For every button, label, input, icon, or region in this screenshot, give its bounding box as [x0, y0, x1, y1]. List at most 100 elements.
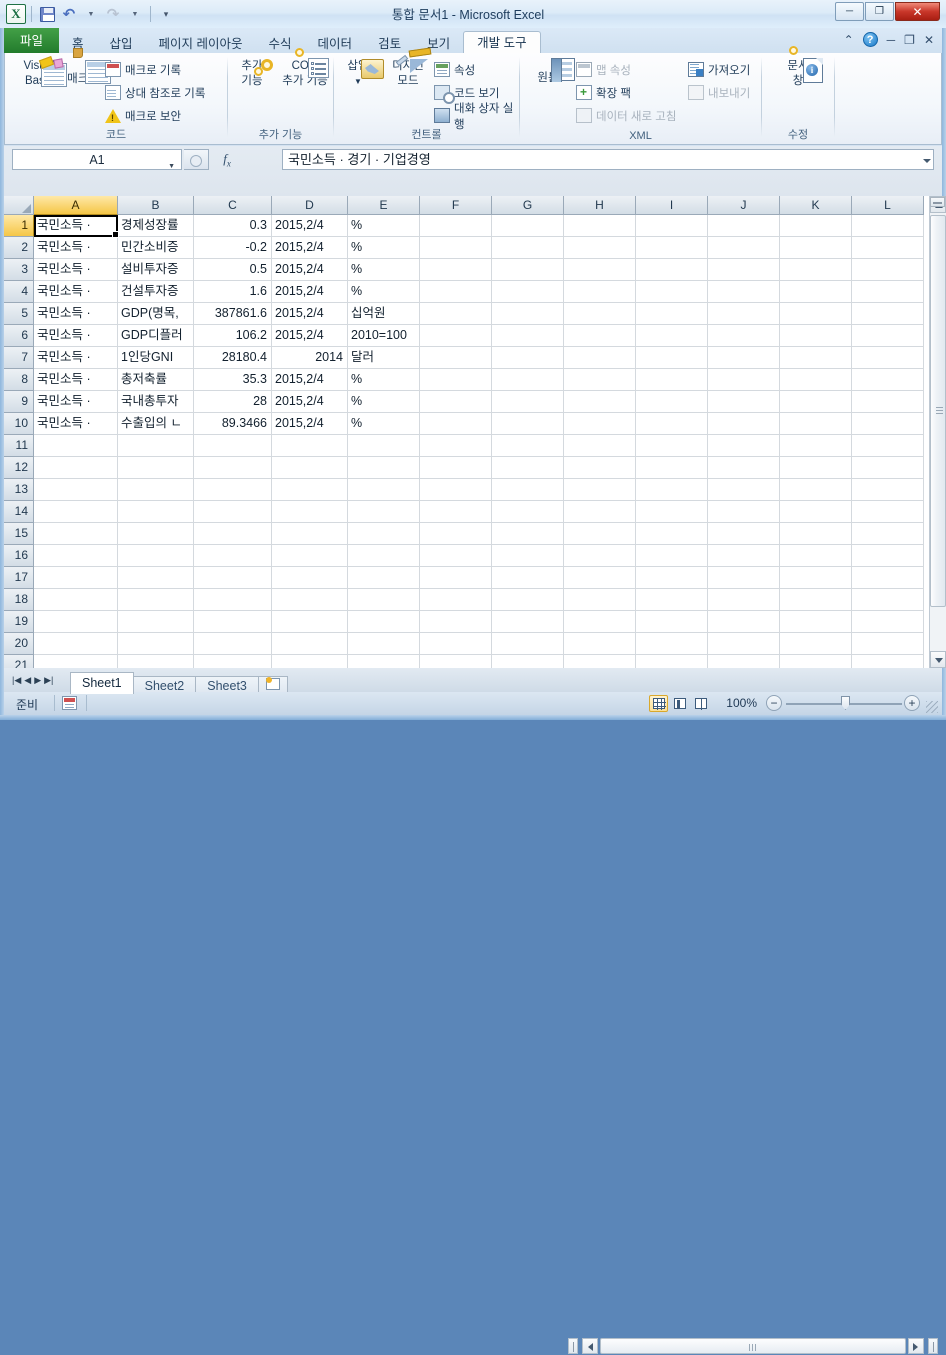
cell-J7[interactable]	[708, 347, 780, 369]
maximize-button[interactable]: ❐	[865, 2, 894, 21]
cell-K10[interactable]	[780, 413, 852, 435]
cell-K1[interactable]	[780, 215, 852, 237]
cell-K20[interactable]	[780, 633, 852, 655]
cell-F2[interactable]	[420, 237, 492, 259]
cell-B6[interactable]: GDP디플러	[118, 325, 194, 347]
cell-L19[interactable]	[852, 611, 924, 633]
insert-control-button[interactable]: 삽입 ▼	[334, 58, 382, 88]
cell-B2[interactable]: 민간소비증	[118, 237, 194, 259]
cell-L2[interactable]	[852, 237, 924, 259]
cell-B4[interactable]: 건설투자증	[118, 281, 194, 303]
cell-J6[interactable]	[708, 325, 780, 347]
cell-J17[interactable]	[708, 567, 780, 589]
prev-sheet-icon[interactable]: ◀	[24, 675, 31, 686]
cell-L13[interactable]	[852, 479, 924, 501]
cell-E7[interactable]: 달러	[348, 347, 420, 369]
cell-B17[interactable]	[118, 567, 194, 589]
name-box-dropdown-icon[interactable]: ▼	[168, 157, 175, 177]
cell-L12[interactable]	[852, 457, 924, 479]
cell-B20[interactable]	[118, 633, 194, 655]
cell-C19[interactable]	[194, 611, 272, 633]
source-button[interactable]: 원본	[524, 58, 572, 85]
cell-E5[interactable]: 십억원	[348, 303, 420, 325]
cell-D3[interactable]: 2015,2/4	[272, 259, 348, 281]
cell-C4[interactable]: 1.6	[194, 281, 272, 303]
cell-H4[interactable]	[564, 281, 636, 303]
cell-D19[interactable]	[272, 611, 348, 633]
cell-B9[interactable]: 국내총투자	[118, 391, 194, 413]
sheet-tab-sheet1[interactable]: Sheet1	[70, 672, 134, 694]
map-properties-button[interactable]: 맵 속성	[576, 59, 631, 80]
cell-G14[interactable]	[492, 501, 564, 523]
cell-K2[interactable]	[780, 237, 852, 259]
cell-L10[interactable]	[852, 413, 924, 435]
cell-J14[interactable]	[708, 501, 780, 523]
cell-H13[interactable]	[564, 479, 636, 501]
cell-L17[interactable]	[852, 567, 924, 589]
column-header-f[interactable]: F	[420, 196, 492, 215]
cell-H11[interactable]	[564, 435, 636, 457]
cell-D5[interactable]: 2015,2/4	[272, 303, 348, 325]
refresh-data-button[interactable]: 데이터 새로 고침	[576, 105, 676, 126]
cell-A5[interactable]: 국민소득 ·	[34, 303, 118, 325]
cell-C12[interactable]	[194, 457, 272, 479]
export-button[interactable]: 내보내기	[688, 82, 750, 103]
cell-G7[interactable]	[492, 347, 564, 369]
macro-security-button[interactable]: 매크로 보안	[105, 105, 181, 126]
cell-C20[interactable]	[194, 633, 272, 655]
column-header-b[interactable]: B	[118, 196, 194, 215]
cell-E14[interactable]	[348, 501, 420, 523]
cell-G21[interactable]	[492, 655, 564, 668]
record-macro-button[interactable]: 매크로 기록	[105, 59, 181, 80]
cell-K19[interactable]	[780, 611, 852, 633]
cell-area[interactable]: 국민소득 ·경제성장률0.32015,2/4%국민소득 ·민간소비증-0.220…	[34, 215, 942, 668]
cell-C1[interactable]: 0.3	[194, 215, 272, 237]
first-sheet-icon[interactable]: |◀	[12, 675, 21, 686]
row-header-7[interactable]: 7	[4, 347, 34, 369]
cell-H8[interactable]	[564, 369, 636, 391]
cell-G8[interactable]	[492, 369, 564, 391]
cell-I15[interactable]	[636, 523, 708, 545]
cell-A16[interactable]	[34, 545, 118, 567]
cell-C14[interactable]	[194, 501, 272, 523]
cell-D11[interactable]	[272, 435, 348, 457]
cell-G18[interactable]	[492, 589, 564, 611]
cell-A8[interactable]: 국민소득 ·	[34, 369, 118, 391]
column-header-j[interactable]: J	[708, 196, 780, 215]
cell-D10[interactable]: 2015,2/4	[272, 413, 348, 435]
help-icon[interactable]: ?	[863, 32, 878, 47]
row-header-12[interactable]: 12	[4, 457, 34, 479]
cell-B3[interactable]: 설비투자증	[118, 259, 194, 281]
macros-button[interactable]: 매크로	[55, 58, 111, 86]
cell-D13[interactable]	[272, 479, 348, 501]
row-header-2[interactable]: 2	[4, 237, 34, 259]
cell-C11[interactable]	[194, 435, 272, 457]
cell-K11[interactable]	[780, 435, 852, 457]
cell-H15[interactable]	[564, 523, 636, 545]
cell-L3[interactable]	[852, 259, 924, 281]
formula-input[interactable]: 국민소득 · 경기 · 기업경영	[282, 149, 920, 170]
cell-F19[interactable]	[420, 611, 492, 633]
cell-I3[interactable]	[636, 259, 708, 281]
cell-D8[interactable]: 2015,2/4	[272, 369, 348, 391]
cell-E16[interactable]	[348, 545, 420, 567]
cell-I6[interactable]	[636, 325, 708, 347]
cell-H18[interactable]	[564, 589, 636, 611]
row-header-14[interactable]: 14	[4, 501, 34, 523]
row-header-18[interactable]: 18	[4, 589, 34, 611]
cell-A6[interactable]: 국민소득 ·	[34, 325, 118, 347]
row-header-8[interactable]: 8	[4, 369, 34, 391]
cell-L14[interactable]	[852, 501, 924, 523]
cell-J19[interactable]	[708, 611, 780, 633]
cell-I21[interactable]	[636, 655, 708, 668]
cell-C10[interactable]: 89.3466	[194, 413, 272, 435]
cell-E21[interactable]	[348, 655, 420, 668]
cell-B11[interactable]	[118, 435, 194, 457]
cell-K6[interactable]	[780, 325, 852, 347]
cell-F6[interactable]	[420, 325, 492, 347]
cell-H14[interactable]	[564, 501, 636, 523]
cell-I7[interactable]	[636, 347, 708, 369]
cell-G4[interactable]	[492, 281, 564, 303]
cell-J13[interactable]	[708, 479, 780, 501]
row-header-16[interactable]: 16	[4, 545, 34, 567]
